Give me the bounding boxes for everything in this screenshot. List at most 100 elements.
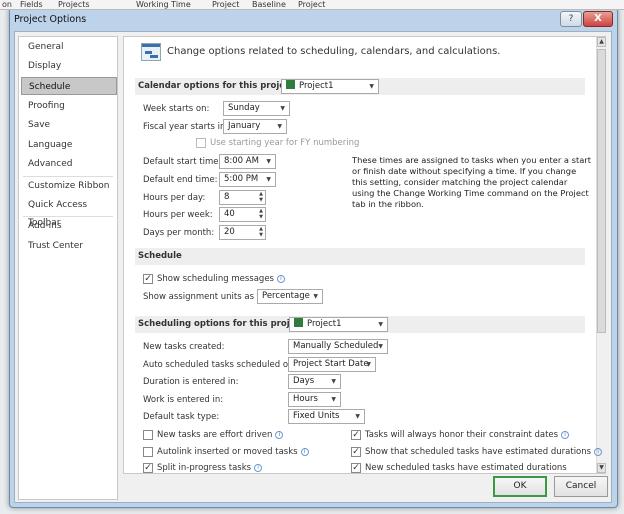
project-file-icon [294, 318, 303, 327]
bg-tab: Projects [58, 0, 90, 9]
sidebar: General Display Schedule Proofing Save L… [18, 36, 118, 500]
task-type-select[interactable]: Fixed Units ▼ [288, 409, 365, 424]
effort-driven-label: New tasks are effort driven i [157, 430, 284, 440]
select-value: Project1 [307, 319, 342, 329]
sidebar-item-add-ins[interactable]: Add-ins [21, 217, 117, 235]
fy-numbering-checkbox[interactable] [196, 138, 206, 148]
checkbox-label: New tasks are effort driven [157, 430, 273, 440]
show-estimated-label: Show that scheduled tasks have estimated… [365, 447, 603, 457]
start-time-label: Default start time: [143, 157, 222, 167]
info-icon: i [300, 448, 309, 456]
sidebar-item-quick-access-toolbar[interactable]: Quick Access Toolbar [21, 196, 117, 228]
split-tasks-label: Split in-progress tasks i [157, 463, 263, 473]
fy-numbering-label: Use starting year for FY numbering [210, 138, 360, 148]
effort-driven-checkbox[interactable] [143, 430, 153, 440]
info-icon: i [275, 431, 284, 439]
split-tasks-checkbox[interactable]: ✓ [143, 463, 153, 473]
fiscal-year-label: Fiscal year starts in: [143, 122, 229, 132]
bg-tab: Fields [20, 0, 43, 9]
select-value: Percentage [262, 291, 310, 301]
autolink-label: Autolink inserted or moved tasks i [157, 447, 309, 457]
select-value: Hours [293, 394, 318, 404]
vertical-scrollbar[interactable]: ▲ ▼ [596, 37, 606, 473]
ok-button[interactable]: OK [493, 476, 547, 497]
sidebar-item-general[interactable]: General [21, 38, 117, 56]
schedule-calendar-icon [141, 43, 161, 61]
sidebar-item-advanced[interactable]: Advanced [21, 155, 117, 173]
sidebar-item-proofing[interactable]: Proofing [21, 97, 117, 115]
project-file-icon [286, 80, 295, 89]
select-value: 8:00 AM [224, 156, 259, 166]
bg-tab: Project [212, 0, 240, 9]
dialog-title: Project Options [14, 14, 87, 25]
select-value: January [228, 121, 261, 131]
new-tasks-select[interactable]: Manually Scheduled ▼ [288, 339, 388, 354]
info-icon: i [594, 448, 603, 456]
show-scheduling-messages-checkbox[interactable]: ✓ [143, 274, 153, 284]
days-per-month-spinner[interactable]: 20 ▲ ▼ [219, 225, 266, 240]
auto-scheduled-label: Auto scheduled tasks scheduled on: [143, 360, 297, 370]
checkbox-label: Tasks will always honor their constraint… [365, 430, 559, 440]
select-value: 5:00 PM [224, 174, 259, 184]
work-label: Work is entered in: [143, 395, 224, 405]
bg-tab: Project [298, 0, 326, 9]
select-value: Days [293, 376, 315, 386]
hours-per-day-label: Hours per day: [143, 193, 206, 203]
assignment-units-label: Show assignment units as a: [143, 292, 265, 302]
week-starts-select[interactable]: Sunday ▼ [223, 101, 290, 116]
section-label: Scheduling options for this project: [138, 319, 308, 329]
header-text: Change options related to scheduling, ca… [167, 46, 501, 57]
new-estimated-checkbox[interactable]: ✓ [351, 463, 361, 473]
scroll-up-icon[interactable]: ▲ [597, 37, 606, 47]
start-time-select[interactable]: 8:00 AM ▼ [219, 154, 276, 169]
sidebar-item-display[interactable]: Display [21, 57, 117, 75]
assignment-units-select[interactable]: Percentage ▼ [257, 289, 323, 304]
week-starts-label: Week starts on: [143, 104, 210, 114]
duration-select[interactable]: Days ▼ [288, 374, 341, 389]
auto-scheduled-select[interactable]: Project Start Date ▼ [288, 357, 376, 372]
scheduling-project-select[interactable]: Project1 ▼ [289, 317, 388, 332]
schedule-section: Schedule [135, 248, 585, 265]
sidebar-item-language[interactable]: Language [21, 136, 117, 154]
select-value: Manually Scheduled [293, 341, 379, 351]
calendar-project-select[interactable]: Project1 ▼ [281, 79, 379, 94]
info-icon: i [561, 431, 570, 439]
honor-constraints-checkbox[interactable]: ✓ [351, 430, 361, 440]
info-icon: i [276, 275, 285, 283]
sidebar-item-schedule[interactable]: Schedule [21, 77, 117, 95]
sidebar-item-customize-ribbon[interactable]: Customize Ribbon [21, 177, 117, 195]
select-value: Sunday [228, 103, 260, 113]
spinner-value: 8 [224, 192, 230, 202]
fiscal-year-select[interactable]: January ▼ [223, 119, 287, 134]
help-button[interactable]: ? [560, 11, 582, 27]
honor-constraints-label: Tasks will always honor their constraint… [365, 430, 570, 440]
select-value: Project1 [299, 81, 334, 91]
checkbox-label: Split in-progress tasks [157, 463, 252, 473]
hours-per-week-spinner[interactable]: 40 ▲ ▼ [219, 207, 266, 222]
select-value: Fixed Units [293, 411, 340, 421]
scroll-down-icon[interactable]: ▼ [597, 463, 606, 473]
new-estimated-label: New scheduled tasks have estimated durat… [365, 463, 567, 473]
checkbox-label: Show scheduling messages [157, 274, 274, 284]
end-time-label: Default end time: [143, 175, 218, 185]
info-icon: i [254, 464, 263, 472]
bg-tab: Baseline [252, 0, 286, 9]
scroll-thumb[interactable] [597, 49, 606, 333]
bg-tab: on [2, 0, 12, 9]
task-type-label: Default task type: [143, 412, 220, 422]
checkbox-label: Autolink inserted or moved tasks [157, 447, 298, 457]
hours-per-week-label: Hours per week: [143, 210, 213, 220]
duration-label: Duration is entered in: [143, 377, 239, 387]
cancel-button[interactable]: Cancel [554, 476, 608, 497]
checkbox-label: Show that scheduled tasks have estimated… [365, 447, 592, 457]
sidebar-item-trust-center[interactable]: Trust Center [21, 237, 117, 255]
show-estimated-checkbox[interactable]: ✓ [351, 447, 361, 457]
hours-per-day-spinner[interactable]: 8 ▲ ▼ [219, 190, 266, 205]
close-button[interactable]: X [583, 11, 613, 27]
work-select[interactable]: Hours ▼ [288, 392, 341, 407]
section-label: Calendar options for this project: [138, 81, 298, 91]
end-time-select[interactable]: 5:00 PM ▼ [219, 172, 276, 187]
sidebar-item-save[interactable]: Save [21, 116, 117, 134]
background-app-ribbon: on Fields Projects Working Time Project … [0, 0, 624, 10]
autolink-checkbox[interactable] [143, 447, 153, 457]
